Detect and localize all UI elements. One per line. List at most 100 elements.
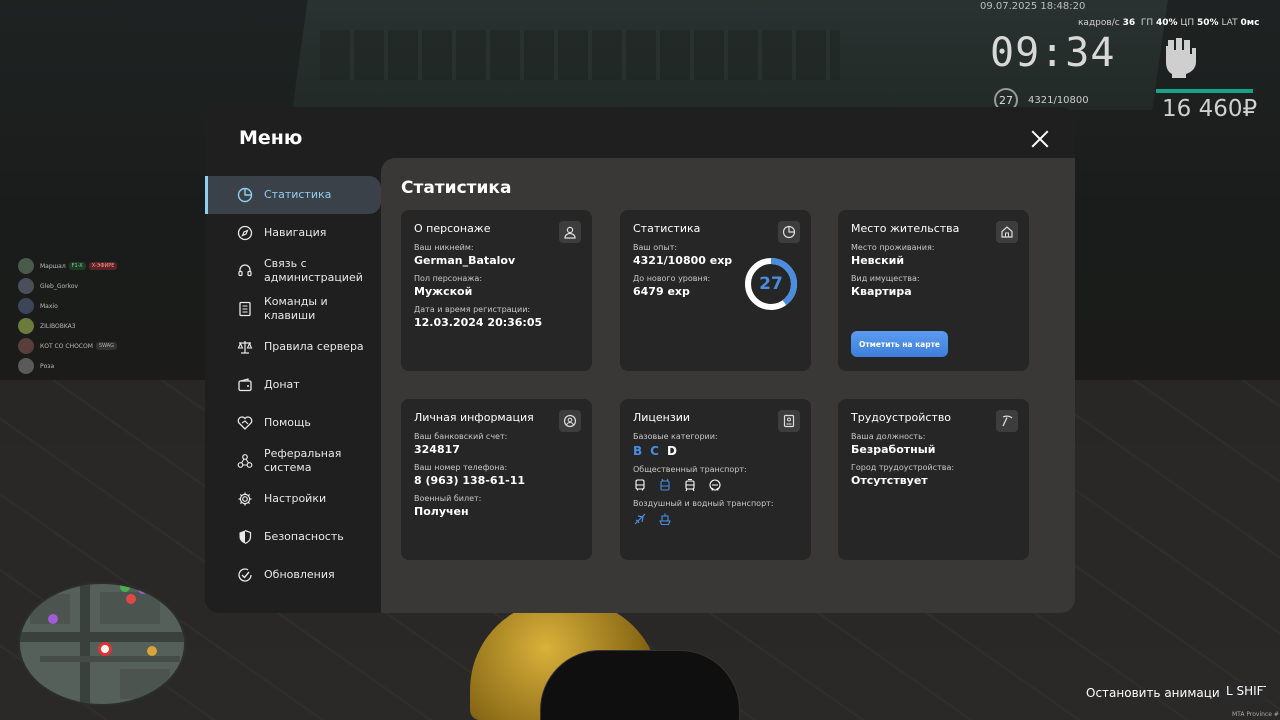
field-label: Ваш банковский счет: (414, 432, 508, 441)
player-row: Роза (18, 356, 117, 376)
boat-icon (659, 513, 671, 526)
shift-key-badge: L SHIFT (1220, 682, 1266, 704)
sidebar-item-label: Навигация (264, 226, 327, 239)
close-icon[interactable] (1031, 130, 1049, 148)
card-employment: Трудоустройство Ваша должность: Безработ… (838, 399, 1029, 560)
hud-money: 16 460₽ (1162, 96, 1258, 122)
trolleybus-icon (660, 478, 670, 491)
headset-icon (238, 264, 252, 277)
card-statistics: Статистика Ваш опыт: 4321/10800 exp До н… (620, 210, 811, 371)
player-row: КОТ СО СНОСОМ SWAG (18, 336, 117, 356)
pie-chart-icon (782, 225, 796, 239)
avatar (18, 298, 34, 314)
registration-value: 12.03.2024 20:36:05 (414, 316, 543, 329)
pie-chart-icon (237, 187, 253, 203)
gender-value: Мужской (414, 285, 473, 298)
employment-city-value: Отсутствует (851, 474, 928, 487)
sidebar-item-label: Настройки (264, 492, 327, 505)
level-value: 27 (759, 274, 783, 294)
license-d: D (666, 444, 677, 458)
card-residence: Место жительства Место проживания: Невск… (838, 210, 1029, 371)
property-value: Квартира (851, 285, 912, 298)
pickaxe-icon-box (996, 410, 1018, 432)
field-label: Ваш никнейм: (414, 243, 474, 252)
card-licenses: Лицензии Базовые категории: B C D Общест… (620, 399, 811, 560)
sidebar-item-label: Обновления (264, 568, 335, 581)
sidebar-item-security[interactable]: Безопасность (205, 518, 381, 556)
field-label: Ваш опыт: (633, 243, 678, 252)
card-personal: Личная информация Ваш банковский счет: 3… (401, 399, 592, 560)
player-row: Маршал F1-X X-ЭФИРЕ (18, 256, 118, 276)
content-panel: Статистика О персонаже Ваш никнейм: Germ… (381, 158, 1075, 613)
sidebar-item-label: Связь с администрацией (264, 257, 363, 284)
sidebar-item-label: Правила сервера (264, 340, 364, 353)
sidebar-item-settings[interactable]: Настройки (205, 480, 381, 518)
sidebar-item-label: Донат (264, 378, 300, 391)
card-title: Лицензии (633, 411, 691, 424)
card-title: Статистика (633, 222, 701, 235)
sidebar-item-navigation[interactable]: Навигация (205, 214, 381, 252)
card-title: Место жительства (851, 222, 960, 235)
hud-exp: 4321/10800 (1028, 95, 1089, 106)
field-label: Город трудоустройства: (851, 463, 955, 472)
gear-icon (238, 492, 252, 506)
metro-icon (709, 479, 721, 491)
avatar (18, 278, 34, 294)
player-row: Gleb_Gorkov (18, 276, 117, 296)
user-circle-icon (563, 414, 577, 428)
avatar (18, 338, 34, 354)
bus-icon (635, 479, 645, 491)
sidebar-item-statistics[interactable]: Статистика (205, 176, 381, 214)
sidebar-item-rules[interactable]: Правила сервера (205, 328, 381, 366)
sidebar: Статистика Навигация Связь с администрац… (205, 176, 381, 594)
menu-title: Меню (239, 127, 303, 149)
hud-datetime: 09.07.2025 18:48:20 (980, 1, 1086, 12)
military-id-value: Получен (414, 505, 469, 518)
field-label: Пол персонажа: (414, 274, 483, 283)
residence-value: Невский (851, 254, 905, 267)
user-icon (564, 226, 576, 239)
character-body (540, 650, 740, 720)
sidebar-item-donate[interactable]: Донат (205, 366, 381, 404)
card-title: Трудоустройство (851, 411, 952, 424)
id-card-icon-box (778, 410, 800, 432)
mark-on-map-button[interactable]: Отметить на карте (851, 331, 948, 357)
sidebar-item-label: Команды и клавиши (264, 295, 328, 322)
phone-value: 8 (963) 138-61-11 (414, 474, 526, 487)
card-character: О персонаже Ваш никнейм: German_Batalov … (401, 210, 592, 371)
user-icon-box (559, 221, 581, 243)
sidebar-item-contact-admin[interactable]: Связь с администрацией (205, 252, 381, 290)
network-icon (237, 454, 253, 468)
license-categories: B C D (633, 444, 798, 458)
face-icon-box (559, 410, 581, 432)
check-circle-icon (238, 568, 252, 582)
sidebar-item-help[interactable]: Помощь (205, 404, 381, 442)
card-title: Личная информация (414, 411, 534, 424)
airplane-icon (634, 513, 646, 525)
sidebar-item-label: Помощь (264, 416, 311, 429)
nickname-value: German_Batalov (414, 254, 516, 267)
compass-icon (237, 225, 253, 241)
pickaxe-icon (1002, 415, 1013, 427)
shield-icon (239, 529, 252, 545)
sidebar-item-referral[interactable]: Реферальная система (205, 442, 381, 480)
air-water-transport-icons (633, 512, 798, 526)
home-icon (1001, 226, 1013, 238)
stop-animation-hint: Остановить анимацию (1086, 686, 1230, 700)
field-label: Военный билет: (414, 494, 482, 503)
field-label: Базовые категории: (633, 432, 718, 441)
avatar (18, 318, 34, 334)
hud-clock: 09:34 (990, 30, 1116, 76)
field-label: Ваш номер телефона: (414, 463, 508, 472)
player-marker (98, 642, 112, 656)
wallet-icon (238, 378, 252, 392)
field-label: Место проживания: (851, 243, 935, 252)
position-value: Безработный (851, 443, 936, 456)
sidebar-item-commands[interactable]: Команды и клавиши (205, 290, 381, 328)
sidebar-item-updates[interactable]: Обновления (205, 556, 381, 594)
tram-icon (685, 478, 695, 492)
sidebar-item-label: Безопасность (264, 530, 344, 543)
player-row: Maxio (18, 296, 117, 316)
card-title: О персонаже (414, 222, 491, 235)
license-c: C (650, 444, 659, 458)
